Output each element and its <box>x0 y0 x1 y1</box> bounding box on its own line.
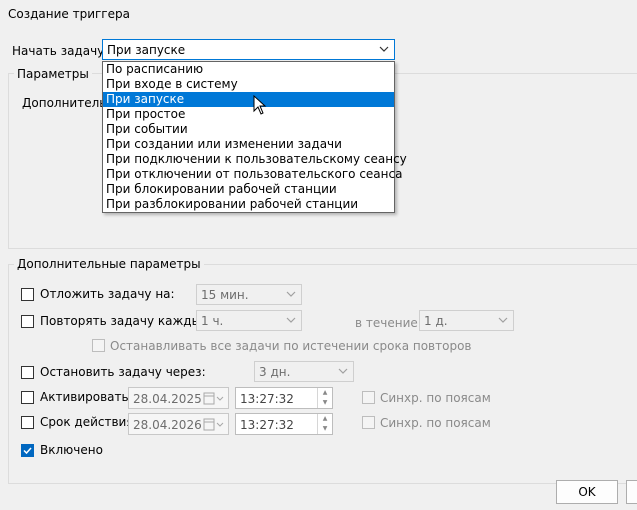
enabled-label: Включено <box>40 443 103 457</box>
activate-label: Активировать: <box>40 390 133 404</box>
calendar-icon <box>203 418 224 431</box>
stop-after-label: Остановить задачу через: <box>40 365 206 379</box>
dropdown-item[interactable]: При отключении от пользовательского сеан… <box>103 167 402 182</box>
expire-checkbox[interactable] <box>21 416 34 429</box>
repeat-combobox[interactable]: 1 ч. <box>196 310 302 331</box>
chevron-down-icon <box>284 313 298 327</box>
start-task-combobox[interactable]: При запуске <box>102 39 395 60</box>
enabled-checkbox[interactable] <box>21 444 34 457</box>
activate-date-value: 28.04.2025 <box>133 392 202 406</box>
activate-time-spinner[interactable]: ▲ ▼ <box>317 388 332 408</box>
window-title: Создание триггера <box>8 7 130 21</box>
params-truncated-label: Дополнительн <box>22 96 102 110</box>
repeat-checkbox[interactable] <box>21 315 34 328</box>
dropdown-item[interactable]: По расписанию <box>103 62 394 77</box>
duration-value: 1 д. <box>424 314 448 328</box>
expire-date-value: 28.04.2026 <box>133 418 202 432</box>
expire-date-picker[interactable]: 28.04.2026 <box>128 413 229 435</box>
cancel-button-partial[interactable] <box>626 480 637 504</box>
chevron-down-icon <box>496 313 510 327</box>
dropdown-item-selected[interactable]: При запуске <box>103 92 394 107</box>
duration-label: в течение: <box>355 316 422 330</box>
mouse-cursor-icon <box>253 95 267 115</box>
dropdown-item[interactable]: При подключении к пользовательскому сеан… <box>103 152 407 167</box>
activate-sync-label: Синхр. по поясам <box>380 391 491 405</box>
activate-time-field[interactable]: 13:27:32 ▲ ▼ <box>235 387 333 409</box>
expire-sync-label: Синхр. по поясам <box>380 416 491 430</box>
activate-time-value: 13:27:32 <box>240 392 294 406</box>
chevron-down-icon <box>377 42 391 56</box>
dropdown-item[interactable]: При простое <box>103 107 394 122</box>
dropdown-item[interactable]: При блокировании рабочей станции <box>103 182 394 197</box>
stop-after-value: 3 дн. <box>259 365 291 379</box>
chevron-down-icon <box>336 364 350 378</box>
stop-all-checkbox[interactable] <box>92 339 105 352</box>
start-task-label: Начать задачу: <box>12 44 109 58</box>
dropdown-item[interactable]: При входе в систему <box>103 77 394 92</box>
expire-sync-checkbox[interactable] <box>362 416 375 429</box>
params-group-label: Параметры <box>14 67 92 81</box>
chevron-down-icon <box>284 287 298 301</box>
start-task-value: При запуске <box>107 43 186 57</box>
ok-button[interactable]: OK <box>556 480 618 504</box>
activate-checkbox[interactable] <box>21 391 34 404</box>
checkmark-icon <box>23 447 32 455</box>
dropdown-item[interactable]: При событии <box>103 122 394 137</box>
activate-sync-checkbox[interactable] <box>362 391 375 404</box>
delay-label: Отложить задачу на: <box>40 287 175 301</box>
expire-time-field[interactable]: 13:27:32 ▲ ▼ <box>235 413 333 435</box>
calendar-icon <box>203 392 224 405</box>
repeat-value: 1 ч. <box>201 314 224 328</box>
stop-after-combobox[interactable]: 3 дн. <box>254 361 354 382</box>
delay-checkbox[interactable] <box>21 288 34 301</box>
expire-label: Срок действия: <box>40 415 138 429</box>
expire-time-spinner[interactable]: ▲ ▼ <box>317 414 332 434</box>
stop-all-label: Останавливать все задачи по истечении ср… <box>110 339 472 353</box>
start-task-dropdown-list: По расписанию При входе в систему При за… <box>102 61 407 213</box>
delay-value: 15 мин. <box>201 288 249 302</box>
duration-combobox[interactable]: 1 д. <box>419 310 514 331</box>
repeat-label: Повторять задачу каждые: <box>40 314 213 328</box>
dropdown-item[interactable]: При разблокировании рабочей станции <box>103 197 394 212</box>
activate-date-picker[interactable]: 28.04.2025 <box>128 387 229 409</box>
delay-combobox[interactable]: 15 мин. <box>196 284 302 305</box>
advanced-group-label: Дополнительные параметры <box>14 257 204 271</box>
expire-time-value: 13:27:32 <box>240 418 294 432</box>
stop-after-checkbox[interactable] <box>21 366 34 379</box>
dropdown-item[interactable]: При создании или изменении задачи <box>103 137 394 152</box>
